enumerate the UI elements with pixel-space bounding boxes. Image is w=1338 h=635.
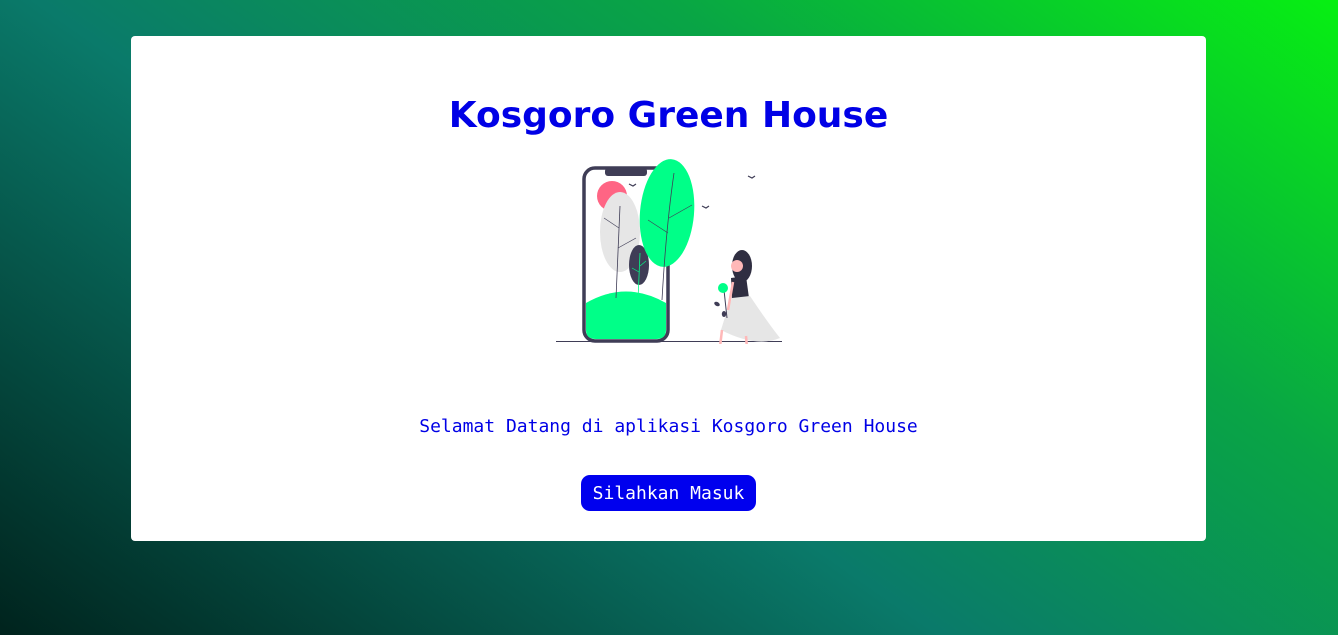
enter-button[interactable]: Silahkan Masuk	[581, 475, 756, 511]
phone-plant-woman-illustration	[556, 159, 782, 344]
welcome-text: Selamat Datang di aplikasi Kosgoro Green…	[419, 416, 918, 437]
page-title: Kosgoro Green House	[448, 95, 889, 136]
welcome-card: Kosgoro Green House Selamat Datang di ap…	[131, 36, 1206, 541]
